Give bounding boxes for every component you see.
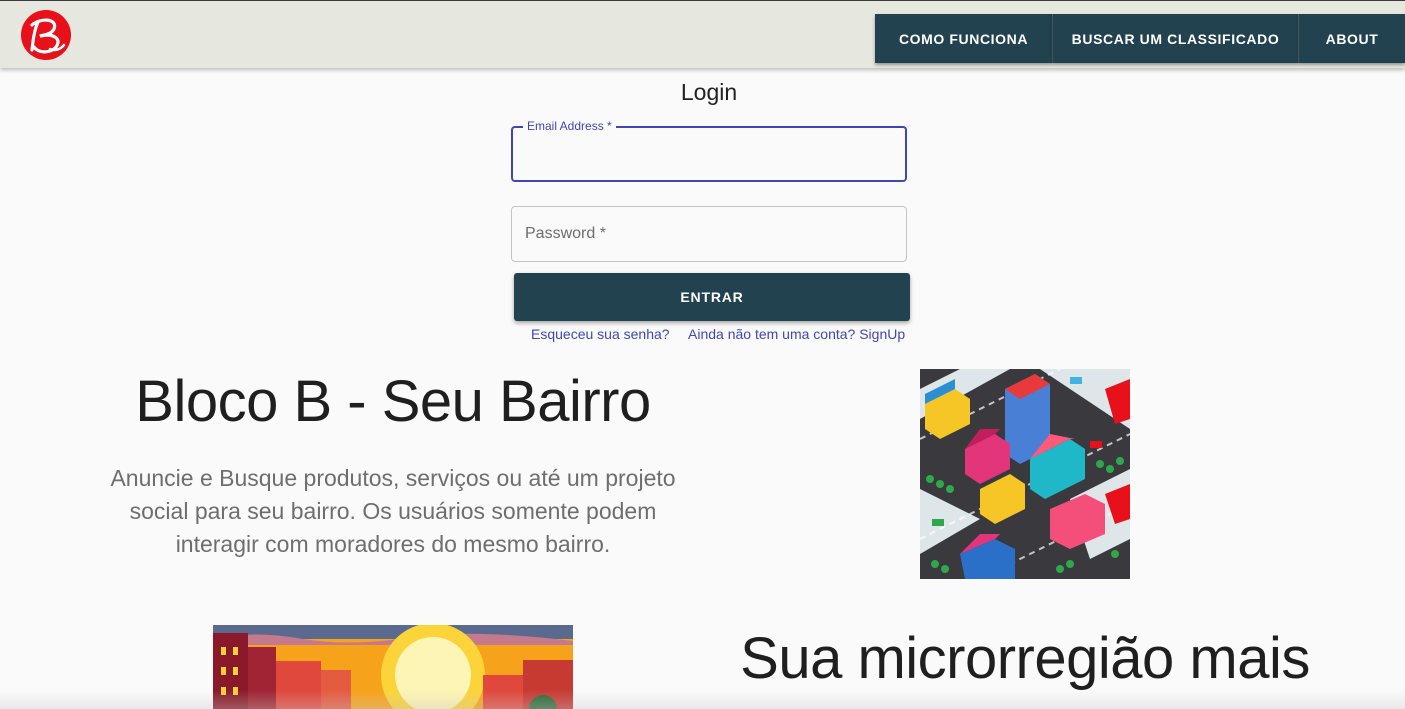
bottom-fade: [0, 690, 1405, 709]
bloco-b-logo[interactable]: [20, 9, 72, 61]
signup-link[interactable]: Ainda não tem uma conta? SignUp: [688, 326, 905, 342]
login-submit-button[interactable]: ENTRAR: [514, 273, 910, 321]
email-field[interactable]: Email Address *: [511, 119, 907, 182]
password-field[interactable]: Password *: [511, 206, 907, 262]
hero-description: Anuncie e Busque produtos, serviços ou a…: [110, 465, 676, 557]
hero-title: Bloco B - Seu Bairro: [135, 369, 651, 434]
main-nav: COMO FUNCIONA BUSCAR UM CLASSIFICADO ABO…: [875, 14, 1405, 63]
forgot-password-link[interactable]: Esqueceu sua senha?: [531, 326, 670, 342]
section-two-title: Sua microrregião mais: [740, 626, 1310, 691]
email-field-label: Email Address *: [523, 119, 616, 133]
login-title: Login: [680, 79, 738, 105]
top-app-bar: COMO FUNCIONA BUSCAR UM CLASSIFICADO ABO…: [0, 0, 1405, 68]
password-field-label: Password *: [525, 225, 606, 242]
isometric-city-illustration: [920, 369, 1130, 579]
nav-como-funciona-button[interactable]: COMO FUNCIONA: [875, 14, 1053, 63]
nav-about-button[interactable]: ABOUT: [1299, 14, 1405, 63]
nav-buscar-classificado-button[interactable]: BUSCAR UM CLASSIFICADO: [1053, 14, 1299, 63]
